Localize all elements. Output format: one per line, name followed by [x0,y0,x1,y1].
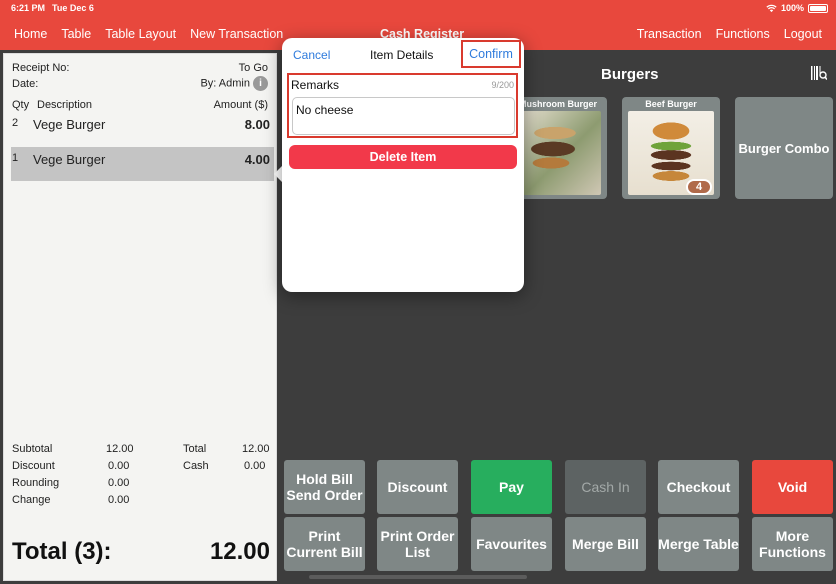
remarks-char-count: 9/200 [491,80,514,90]
discount-label: Discount [12,460,55,472]
button-label: Print Current Bill [286,528,363,560]
button-label: Print Order List [380,528,455,560]
served-by-text: By: Admin [200,77,250,90]
col-amount: Amount ($) [213,99,268,111]
favourites-button[interactable]: Favourites [471,517,552,571]
nav-table[interactable]: Table [61,27,91,41]
nav-home[interactable]: Home [14,27,47,41]
print-current-bill-button[interactable]: Print Current Bill [284,517,365,571]
receipt-line-item[interactable]: 2 Vege Burger 8.00 [11,112,274,146]
grand-total-value: 12.00 [209,538,270,565]
product-name: Beef Burger [645,99,697,109]
date-label: Date: [12,78,39,90]
cash-in-button[interactable]: Cash In [565,460,646,514]
receipt-line-item-selected[interactable]: 1 Vege Burger 4.00 [11,147,274,181]
void-button[interactable]: Void [752,460,833,514]
nav-table-layout[interactable]: Table Layout [105,27,176,41]
button-label: More Functions [759,528,826,560]
nav-functions[interactable]: Functions [716,27,770,41]
home-indicator[interactable] [309,575,527,579]
button-label: Hold Bill Send Order [286,471,363,503]
discount-value: 0.00 [108,460,130,472]
date-row: Date: By: Admin i [12,76,268,91]
order-type: To Go [238,62,268,74]
product-tile-burger-combo[interactable]: Burger Combo [735,97,833,199]
info-icon[interactable]: i [253,76,268,91]
item-amount: 4.00 [244,152,270,167]
button-label: Void [777,479,808,495]
delete-item-button[interactable]: Delete Item [289,145,517,169]
confirm-label: Confirm [469,47,513,61]
button-label: Merge Table [658,536,739,552]
wifi-icon [766,4,777,12]
served-by: By: Admin i [200,76,268,91]
delete-label: Delete Item [369,150,437,164]
nav-new-transaction[interactable]: New Transaction [190,27,283,41]
nav-logout[interactable]: Logout [784,27,822,41]
total-label: Total [183,443,207,455]
button-label: Merge Bill [572,536,639,552]
quantity-badge: 4 [686,179,712,195]
merge-table-button[interactable]: Merge Table [658,517,739,571]
category-title: Burgers [601,66,659,83]
remarks-label: Remarks [291,78,340,92]
change-value: 0.00 [108,494,130,506]
subtotal-value: 12.00 [106,443,134,455]
grand-total-label: Total (3): [12,538,112,565]
confirm-button[interactable]: Confirm [461,40,521,68]
cash-value: 0.00 [244,460,266,472]
product-name: Burger Combo [738,140,830,156]
item-desc: Vege Burger [33,152,106,167]
status-bar: 6:21 PM Tue Dec 6 100% [11,3,828,15]
product-tile-beef-burger[interactable]: Beef Burger 4 [622,97,720,199]
receipt-columns: Qty Description Amount ($) [12,99,268,111]
change-label: Change [12,494,51,506]
rounding-label: Rounding [12,477,60,489]
item-desc: Vege Burger [33,117,106,132]
cash-label: Cash [183,460,209,472]
remarks-input[interactable]: No cheese [292,97,515,135]
subtotal-label: Subtotal [12,443,53,455]
nav-transaction[interactable]: Transaction [637,27,702,41]
button-label: Cash In [581,479,630,495]
button-label: Favourites [476,536,547,552]
receipt-no-row: Receipt No: To Go [12,62,268,74]
status-date: Tue Dec 6 [52,3,94,13]
item-qty: 2 [12,117,19,129]
button-label: Checkout [666,479,731,495]
item-amount: 8.00 [244,117,270,132]
remarks-section: Remarks 9/200 No cheese [287,73,518,138]
popover-title: Item Details [370,48,434,62]
discount-button[interactable]: Discount [377,460,458,514]
barcode-scan-icon[interactable] [811,66,827,80]
hold-bill-send-order-button[interactable]: Hold Bill Send Order [284,460,365,514]
mushroom-burger-image [515,111,601,195]
button-label: Discount [387,479,448,495]
cancel-button[interactable]: Cancel [293,48,330,62]
col-description: Description [37,99,93,111]
merge-bill-button[interactable]: Merge Bill [565,517,646,571]
status-time: 6:21 PM [11,3,46,13]
rounding-value: 0.00 [108,477,130,489]
more-functions-button[interactable]: More Functions [752,517,833,571]
receipt-no-label: Receipt No: [12,62,70,74]
pay-button[interactable]: Pay [471,460,552,514]
col-qty: Qty [12,99,30,111]
print-order-list-button[interactable]: Print Order List [377,517,458,571]
total-value: 12.00 [242,443,270,455]
battery-percent: 100% [780,3,804,13]
button-label: Pay [499,479,524,495]
battery-icon [808,3,828,13]
status-right: 100% [766,3,828,13]
item-qty: 1 [12,152,19,164]
item-details-popover: Cancel Item Details Confirm Remarks 9/20… [282,38,524,292]
receipt-panel: Receipt No: To Go Date: By: Admin i Qty D… [3,53,277,581]
checkout-button[interactable]: Checkout [658,460,739,514]
